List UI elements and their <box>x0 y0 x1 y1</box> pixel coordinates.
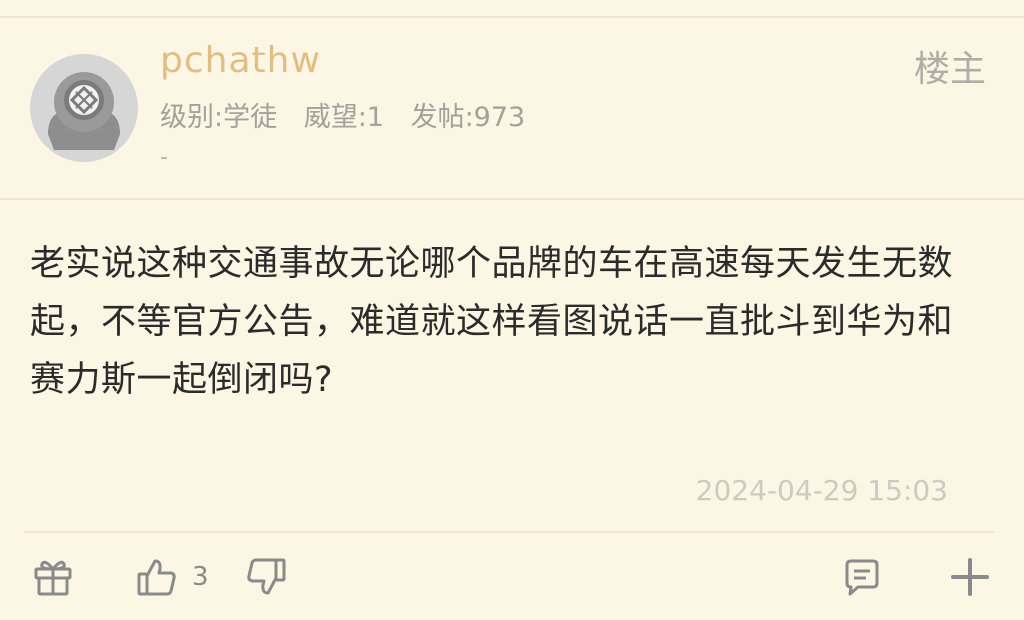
post-content: 老实说这种交通事故无论哪个品牌的车在高速每天发生无数起，不等官方公告，难道就这样… <box>30 244 954 400</box>
user-level: 级别:学徒 <box>160 102 278 133</box>
gift-icon <box>34 560 72 596</box>
user-prestige: 威望:1 <box>303 102 384 133</box>
user-signature: - <box>160 145 168 170</box>
diver-helmet-icon <box>30 54 138 162</box>
footer-divider <box>24 531 994 533</box>
username[interactable]: pchathw <box>160 40 321 81</box>
comment-icon <box>845 559 879 596</box>
user-stats: 级别:学徒 威望:1 发帖:973 <box>160 95 543 134</box>
thumbs-down-icon <box>247 558 286 595</box>
like-button[interactable]: 3 <box>136 557 209 597</box>
owner-badge: 楼主 <box>913 49 986 90</box>
user-post-count: 发帖:973 <box>410 102 526 133</box>
dislike-button[interactable] <box>245 557 287 597</box>
add-button[interactable] <box>950 557 990 597</box>
thumbs-up-icon <box>137 559 176 596</box>
comment-button[interactable] <box>842 557 882 597</box>
avatar[interactable] <box>30 54 138 162</box>
gift-button[interactable] <box>33 557 73 597</box>
top-divider <box>0 16 1024 18</box>
plus-icon <box>951 558 989 596</box>
header-divider <box>0 198 1024 200</box>
like-count: 3 <box>192 562 209 592</box>
post-timestamp: 2024-04-29 15:03 <box>695 474 948 507</box>
